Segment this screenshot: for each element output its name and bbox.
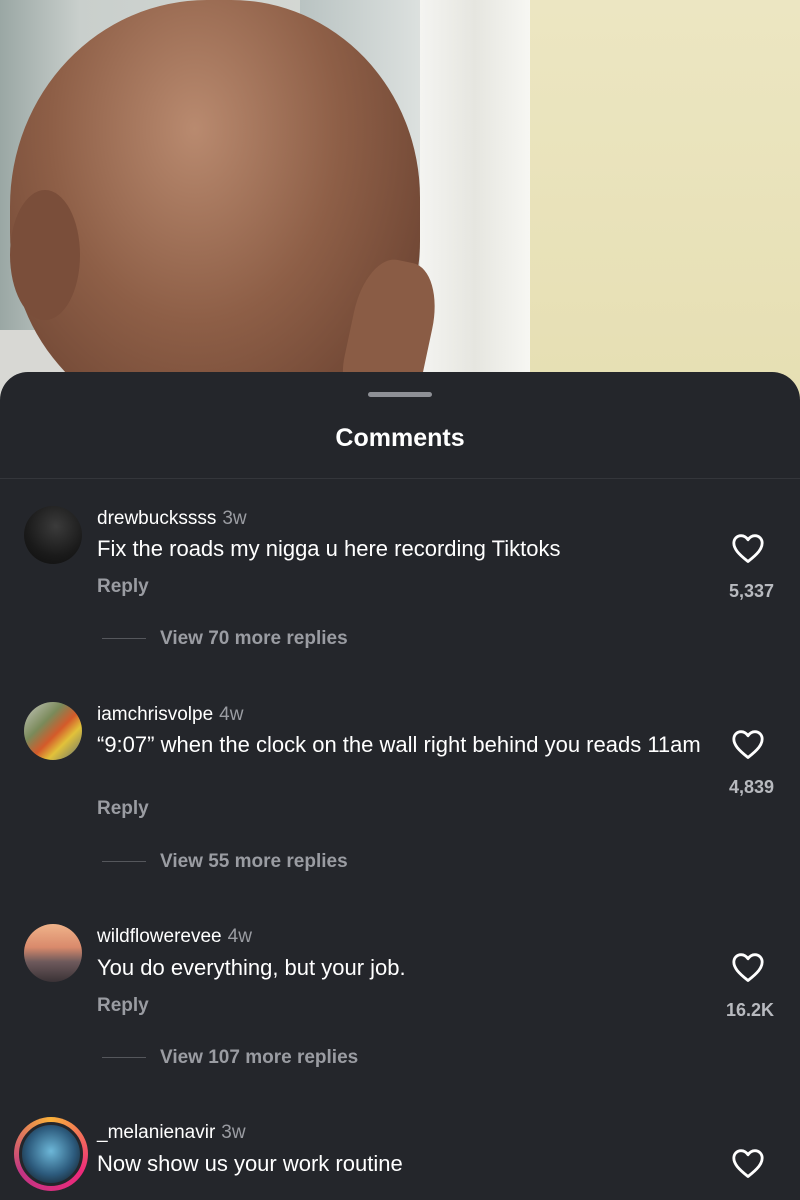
wall-background [530,0,800,400]
sheet-title: Comments [335,424,465,452]
heart-icon[interactable] [731,1147,765,1179]
reply-button[interactable]: Reply [97,995,149,1017]
reply-button[interactable]: Reply [97,576,149,598]
comment-username[interactable]: wildflowerevee 4w [97,926,252,948]
comment-text: “9:07” when the clock on the wall right … [97,732,701,757]
replies-line [102,1057,146,1058]
avatar[interactable] [24,506,82,564]
comment-username[interactable]: _melanienavir 3w [97,1122,246,1144]
door-frame [420,0,530,400]
person-ear [10,190,80,320]
username-text[interactable]: wildflowerevee [97,926,222,947]
replies-line [102,861,146,862]
comment-time: 3w [222,508,247,529]
comment-username[interactable]: drewbuckssss 3w [97,508,247,530]
comment-username[interactable]: iamchrisvolpe 4w [97,704,243,726]
comment-time: 4w [227,926,252,947]
comment-text: You do everything, but your job. [97,955,406,980]
reply-button[interactable]: Reply [97,798,149,820]
username-text[interactable]: drewbuckssss [97,508,216,529]
comment-text: Now show us your work routine [97,1151,403,1176]
title-divider [0,478,800,479]
like-count: 4,839 [728,777,774,797]
comment-time: 3w [221,1122,246,1143]
avatar[interactable] [24,924,82,982]
like-count: 5,337 [728,581,774,601]
view-more-replies-button[interactable]: View 107 more replies [160,1047,358,1069]
username-text[interactable]: iamchrisvolpe [97,704,213,725]
avatar[interactable] [19,1122,83,1186]
replies-line [102,638,146,639]
drag-handle[interactable] [368,392,432,397]
heart-icon[interactable] [731,728,765,760]
comment-time: 4w [219,704,244,725]
view-more-replies-button[interactable]: View 55 more replies [160,851,348,873]
comments-sheet: Comments drewbuckssss 3w Fix the roads my… [0,372,800,1200]
view-more-replies-button[interactable]: View 70 more replies [160,628,348,650]
username-text[interactable]: _melanienavir [97,1122,215,1143]
video-preview[interactable] [0,0,800,400]
like-count: 16.2K [725,1000,774,1020]
comment-text: Fix the roads my nigga u here recording … [97,536,561,561]
heart-icon[interactable] [731,532,765,564]
heart-icon[interactable] [731,951,765,983]
avatar[interactable] [24,702,82,760]
